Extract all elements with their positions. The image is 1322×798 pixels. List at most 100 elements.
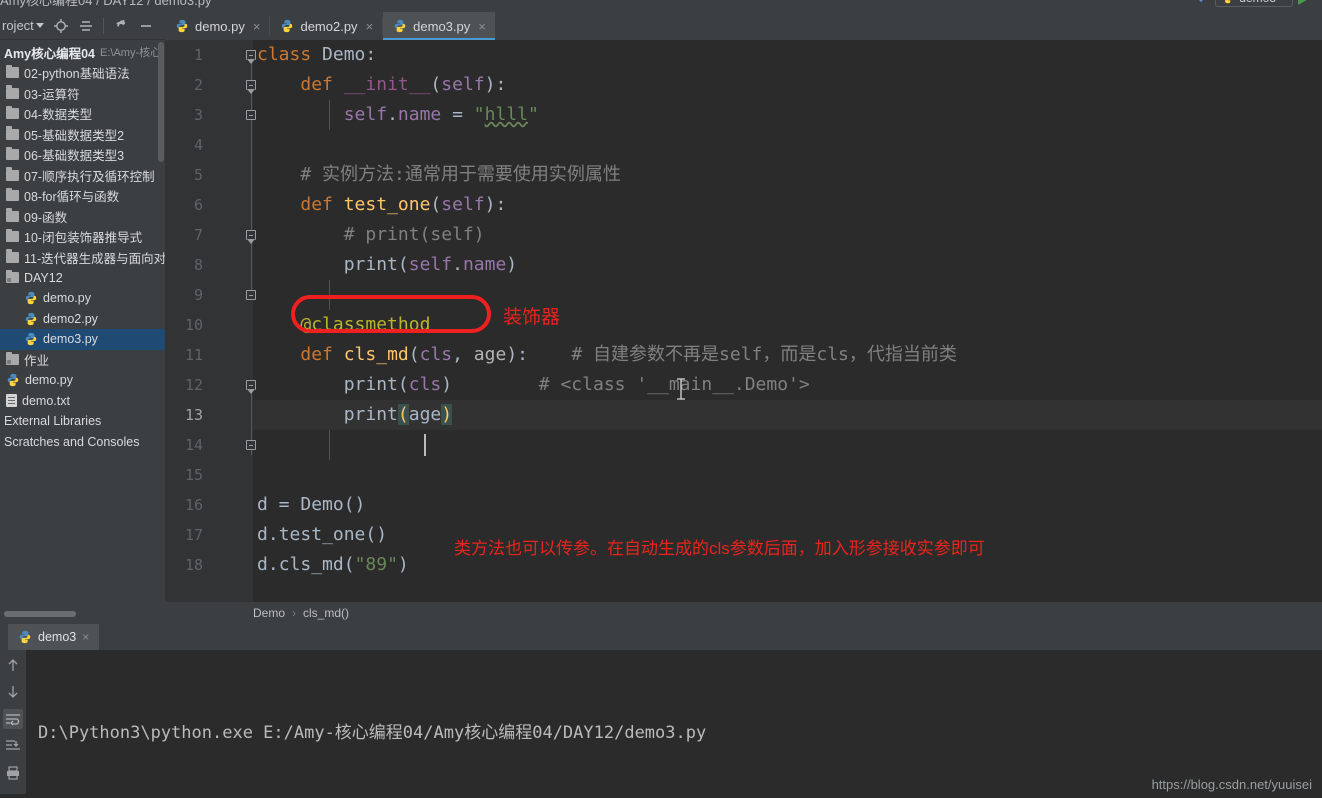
tree-item-demo-py[interactable]: demo.py [0,288,165,309]
scroll-to-end-icon[interactable] [3,736,23,756]
line-number-12[interactable]: 12 [173,370,203,400]
tree-item-05-2[interactable]: 05-基础数据类型2 [0,124,165,145]
code-line-8: print(self.name) [343,254,518,275]
python-file-icon [19,630,31,644]
editor-tab-bar[interactable]: demo.py × demo2.py × demo3.py × [165,12,1322,40]
pycharm-window: Amy核心编程04 / DAY12 / demo3.py demo3 rojec… [0,0,1322,798]
tree-item-07[interactable]: 07-顺序执行及循环控制 [0,165,165,186]
python-file-icon [176,19,188,33]
line-number-18[interactable]: 18 [173,550,203,580]
project-tree-vertical-scrollbar[interactable] [158,42,164,162]
folder-icon [6,187,19,202]
line-number-6[interactable]: 6 [173,190,203,220]
line-number-14[interactable]: 14 [173,430,203,460]
soft-wrap-icon[interactable] [3,709,23,729]
project-tree[interactable]: Amy核心编程04 E:\Amy-核心 02-python基础语法 03-运算符 0… [0,40,165,618]
run-configuration-widget[interactable]: demo3 [1192,0,1310,7]
console-line: D:\Python3\python.exe E:/Amy-核心编程04/Amy核… [38,723,707,743]
tree-item-day12[interactable]: DAY12 [0,268,165,289]
editor-tab-demo[interactable]: demo.py × [165,12,269,40]
tree-item-08-for[interactable]: 08-for循环与函数 [0,186,165,207]
tree-root-item[interactable]: Amy核心编程04 E:\Amy-核心 [0,42,165,63]
tree-item-label: 09-函数 [24,210,68,225]
editor-tab-label: demo.py [195,18,245,34]
editor-breadcrumb[interactable]: Demo › cls_md() [165,602,1322,624]
line-number-9[interactable]: 9 [173,280,203,310]
breadcrumb-class[interactable]: Demo [253,606,285,620]
line-number-16[interactable]: 16 [173,490,203,520]
scroll-up-icon[interactable] [3,655,23,675]
close-icon[interactable]: × [366,19,374,34]
tree-item-demo3-py[interactable]: demo3.py [0,329,165,350]
settings-gear-icon[interactable] [113,18,129,34]
code-editor[interactable]: 1 2 3 4 5 6 7 8 9 10 11 12 13 14 15 16 17 18 class Demo: … [165,40,1322,602]
line-number-15[interactable]: 15 [173,460,203,490]
code-line-16: d = Demo() [257,494,366,515]
tree-item-06-3[interactable]: 06-基础数据类型3 [0,145,165,166]
run-tab-demo3[interactable]: demo3 × [8,624,100,650]
tree-item-09[interactable]: 09-函数 [0,206,165,227]
tree-item-03[interactable]: 03-运算符 [0,83,165,104]
tree-item-external-libraries[interactable]: External Libraries [0,411,165,432]
scroll-down-icon[interactable] [3,682,23,702]
tree-item-[interactable]: 作业 [0,350,165,371]
console-output[interactable]: D:\Python3\python.exe E:/Amy-核心编程04/Amy核… [26,650,1322,798]
decorator-callout-label: 装饰器 [503,307,561,328]
watermark-url: https://blog.csdn.net/yuuisei [1151,777,1312,792]
tree-item-scratches-and-consoles[interactable]: Scratches and Consoles [0,432,165,453]
run-config-selector[interactable]: demo3 [1215,0,1293,7]
project-tree-horizontal-scrollbar[interactable] [4,611,76,617]
line-number-7[interactable]: 7 [173,220,203,250]
close-icon[interactable]: × [253,19,261,34]
text-file-icon [6,394,17,408]
tree-item-02-python[interactable]: 02-python基础语法 [0,63,165,84]
locate-icon[interactable] [53,18,69,34]
code-line-11: def cls_md(cls, age): # 自建参数不再是self，而是cl… [300,344,957,365]
close-icon[interactable]: × [478,19,486,34]
tree-item-label: demo.py [25,373,73,388]
tree-item-label: Scratches and Consoles [4,434,140,449]
run-window-toolbar[interactable] [0,650,26,798]
hide-panel-icon[interactable] [138,18,154,34]
code-line-7: # print(self) [343,224,485,245]
tree-item-11[interactable]: 11-迭代器生成器与面向对 [0,247,165,268]
folder-icon [6,85,19,99]
tree-item-04[interactable]: 04-数据类型 [0,104,165,125]
python-file-icon [25,292,37,305]
line-number-17[interactable]: 17 [173,520,203,550]
print-icon[interactable] [3,763,23,783]
python-file-icon [394,19,406,33]
line-number-10[interactable]: 10 [173,310,203,340]
editor-text-area[interactable]: class Demo: def __init__(self): self.nam… [253,40,1322,602]
tree-item-label: 10-闭包装饰器推导式 [24,231,143,246]
editor-gutter[interactable]: 1 2 3 4 5 6 7 8 9 10 11 12 13 14 15 16 17 18 [165,40,256,602]
line-number-5[interactable]: 5 [173,160,203,190]
breadcrumb-method[interactable]: cls_md() [303,606,349,620]
editor-tab-demo3[interactable]: demo3.py × [383,12,495,40]
line-number-1[interactable]: 1 [173,40,203,70]
folder-icon [6,249,19,263]
line-number-8[interactable]: 8 [173,250,203,280]
line-number-3[interactable]: 3 [173,100,203,130]
project-panel-title[interactable]: roject [2,18,44,33]
code-line-2: def __init__(self): [300,74,507,95]
editor-tab-demo2[interactable]: demo2.py × [270,12,382,40]
line-number-11[interactable]: 11 [173,340,203,370]
code-line-12: print(cls) # <class '__main__.Demo'> [343,374,810,395]
tree-item-demo-txt[interactable]: demo.txt [0,391,165,412]
python-file-icon [25,333,37,346]
close-icon[interactable]: × [82,630,89,644]
maven-diamond-icon [1192,0,1211,11]
code-line-5: # 实例方法:通常用于需要使用实例属性 [300,164,621,185]
tree-item-label: 05-基础数据类型2 [24,128,125,143]
line-number-13[interactable]: 13 [173,400,203,430]
tree-item-demo2-py[interactable]: demo2.py [0,309,165,330]
line-number-4[interactable]: 4 [173,130,203,160]
collapse-all-icon[interactable] [78,18,94,34]
chevron-down-icon [35,23,44,28]
run-button-icon[interactable] [1298,0,1310,5]
line-number-2[interactable]: 2 [173,70,203,100]
tree-item-demo-py[interactable]: demo.py [0,370,165,391]
tree-item-10[interactable]: 10-闭包装饰器推导式 [0,227,165,248]
